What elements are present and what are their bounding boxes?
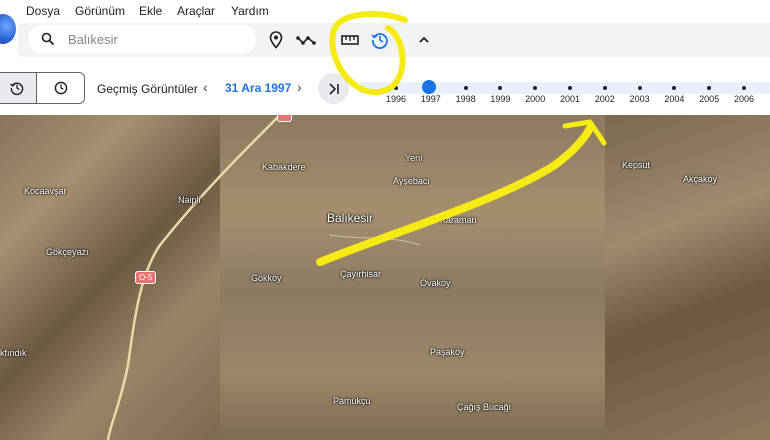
annotation-arrow-line [316, 124, 594, 266]
annotation-layer [316, 11, 607, 266]
annotation-circle [329, 11, 408, 96]
